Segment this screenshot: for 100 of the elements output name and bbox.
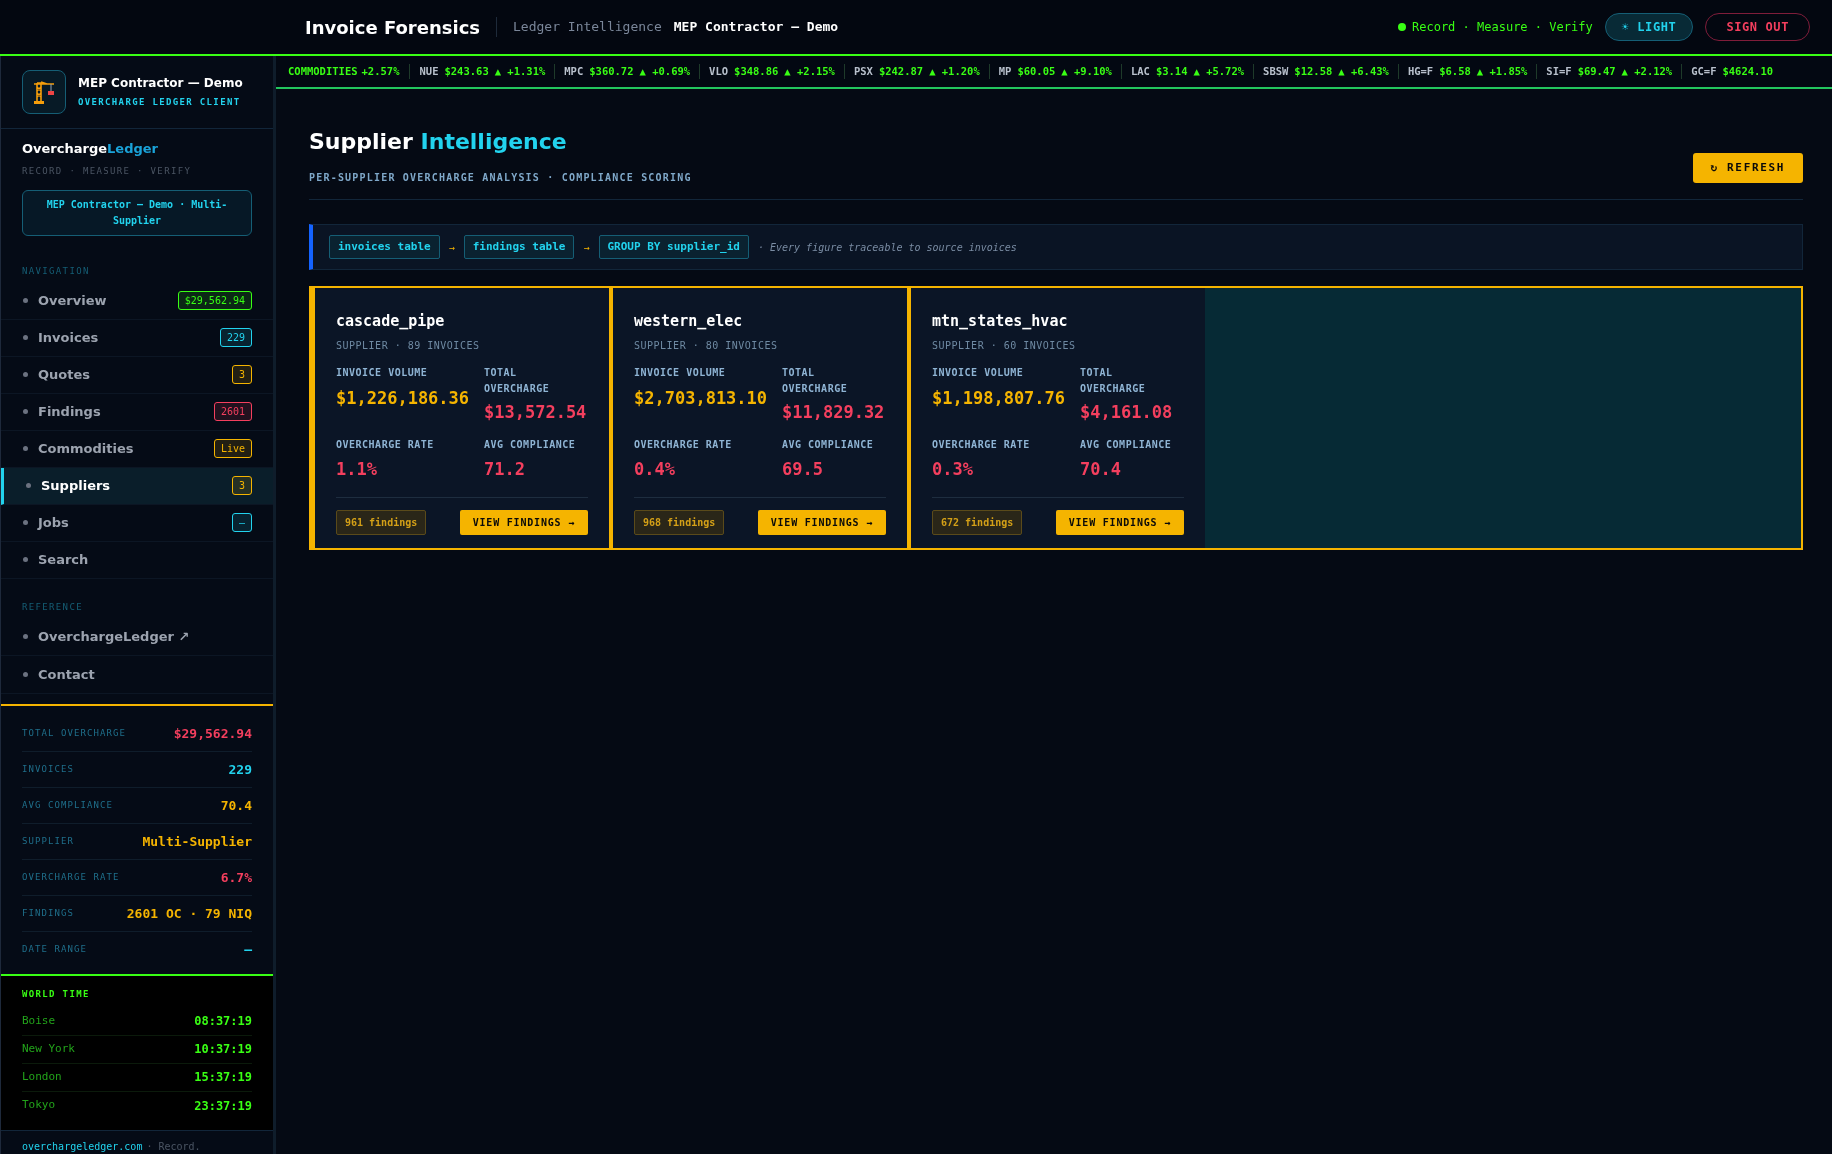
ticker-price: $348.86: [734, 63, 779, 79]
bullet-icon: [26, 483, 31, 488]
city-name: New York: [22, 1040, 75, 1057]
metric-label: OVERCHARGE RATE: [932, 438, 1031, 452]
lineage-tag: GROUP BY supplier_id: [598, 234, 749, 260]
city-name: London: [22, 1068, 62, 1085]
ticker-symbol: SI=F: [1546, 63, 1572, 79]
nav-label: Commodities: [38, 439, 134, 458]
count-badge: 3: [231, 476, 252, 495]
bullet-icon: [23, 409, 28, 414]
ticker-symbol: MP: [998, 63, 1012, 79]
ticker-symbol: NUE: [419, 63, 439, 79]
metric-label: OVERCHARGE RATE: [634, 438, 733, 452]
supplier-name: mtn_states_hvac: [932, 311, 1069, 332]
view-findings-button[interactable]: VIEW FINDINGS →: [459, 509, 588, 535]
client-name: MEP Contractor — Demo: [78, 75, 243, 93]
nav-label: Findings: [38, 402, 101, 421]
nav-item[interactable]: Findings 2601: [1, 393, 273, 431]
supplier-name: cascade_pipe: [336, 311, 446, 332]
lineage-note: · Every figure traceable to source invoices: [757, 240, 1017, 255]
brand-tagline: RECORD · MEASURE · VERIFY: [22, 164, 193, 178]
ticker-change: ▲ +1.31%: [494, 63, 546, 79]
overcharge-value: $4,161.08: [1080, 400, 1174, 424]
bullet-icon: [23, 298, 28, 303]
metric-label: AVG COMPLIANCE: [782, 438, 875, 452]
rate-value: 1.1%: [336, 458, 378, 481]
volume-value: $1,226,186.36: [336, 386, 471, 410]
compliance-value: 71.2: [484, 458, 526, 481]
client-label: MEP Contractor — Demo: [673, 18, 839, 37]
city-time: 15:37:19: [194, 1069, 252, 1086]
nav-item[interactable]: Suppliers 3: [1, 467, 273, 505]
city-name: Boise: [22, 1012, 56, 1029]
ticker-symbol: GC=F: [1691, 63, 1717, 79]
city-time: 08:37:19: [194, 1013, 252, 1030]
lineage-tag: findings table: [463, 234, 575, 260]
count-badge: Live: [213, 439, 252, 458]
count-badge: 229: [219, 328, 252, 347]
metric-label: TOTAL OVERCHARGE: [484, 365, 551, 396]
bullet-icon: [23, 672, 28, 677]
stat-value: $29,562.94: [173, 724, 252, 743]
view-findings-button[interactable]: VIEW FINDINGS →: [757, 509, 886, 535]
bullet-icon: [23, 446, 28, 451]
count-badge: –: [231, 513, 252, 532]
nav-item[interactable]: Overview $29,562.94: [1, 282, 273, 320]
bullet-icon: [23, 335, 28, 340]
ticker-change: ▲ +5.72%: [1193, 63, 1245, 79]
stat-value: 2601 OC · 79 NIQ: [126, 904, 252, 923]
supplier-meta: SUPPLIER · 80 INVOICES: [634, 338, 779, 353]
nav-item[interactable]: Jobs –: [1, 504, 273, 542]
brand-name: OverchargeLedger: [22, 140, 159, 158]
rate-value: 0.4%: [634, 458, 676, 481]
lineage-tag: invoices table: [329, 234, 440, 260]
stat-value: 229: [228, 760, 252, 779]
nav-item[interactable]: Invoices 229: [1, 319, 273, 357]
ticker-change: +2.57%: [361, 63, 401, 79]
ticker-change: ▲ +2.12%: [1621, 63, 1673, 79]
app-title: Invoice Forensics: [305, 15, 481, 40]
ticker-symbol: SBSW: [1263, 63, 1289, 79]
nav-section-label: NAVIGATION: [22, 265, 91, 278]
ticker-symbol: PSX: [853, 63, 873, 79]
view-findings-button[interactable]: VIEW FINDINGS →: [1055, 509, 1184, 535]
world-time-label: WORLD TIME: [22, 988, 91, 1001]
nav-item[interactable]: Commodities Live: [1, 430, 273, 468]
ticker-change: ▲ +6.43%: [1338, 63, 1389, 79]
refresh-button[interactable]: ↻ REFRESH: [1692, 153, 1803, 183]
count-badge: 3: [231, 365, 252, 384]
nav-label: Jobs: [38, 513, 69, 532]
arrow-text: →: [583, 240, 590, 255]
overcharge-value: $11,829.32: [782, 400, 886, 424]
findings-badge: 968 findings: [634, 509, 725, 535]
bullet-icon: [23, 372, 28, 377]
ticker-change: ▲ +2.15%: [784, 63, 835, 79]
nav-item[interactable]: Quotes 3: [1, 356, 273, 394]
nav-item[interactable]: OverchargeLedger ↗: [1, 618, 273, 656]
ticker-change: ▲ +0.69%: [639, 63, 691, 79]
arrow-text: →: [448, 240, 455, 255]
stat-value: Multi-Supplier: [142, 832, 252, 851]
theme-toggle[interactable]: ☀ LIGHT: [1604, 13, 1694, 41]
metric-label: AVG COMPLIANCE: [484, 438, 577, 452]
page-subtitle: PER-SUPPLIER OVERCHARGE ANALYSIS · COMPLIANCE SCORING: [309, 171, 692, 185]
bullet-icon: [23, 557, 28, 562]
nav-item[interactable]: Search: [1, 541, 273, 579]
footer-link[interactable]: overchargeledger.com: [22, 1140, 143, 1152]
supplier-meta: SUPPLIER · 89 INVOICES: [336, 338, 481, 353]
nav-label: Overview: [38, 291, 107, 310]
stat-label: INVOICES: [22, 762, 74, 776]
bullet-icon: [23, 634, 28, 639]
stat-label: TOTAL OVERCHARGE: [22, 726, 126, 740]
nav-label: Suppliers: [41, 476, 111, 495]
ticker-price: $60.05: [1017, 63, 1056, 79]
nav-label: Contact: [38, 665, 95, 684]
scope-box: MEP Contractor — Demo · Multi-Supplier: [22, 190, 252, 236]
nav-item[interactable]: Contact: [1, 656, 273, 694]
ticker-price: $4624.10: [1722, 63, 1774, 79]
stat-label: DATE RANGE: [22, 943, 87, 957]
section-label: Ledger Intelligence: [513, 18, 662, 37]
nav-label: Invoices: [38, 328, 99, 347]
ticker-symbol: VLO: [709, 63, 729, 79]
crane-icon: [31, 79, 57, 105]
ticker-symbol: MPC: [564, 63, 584, 79]
